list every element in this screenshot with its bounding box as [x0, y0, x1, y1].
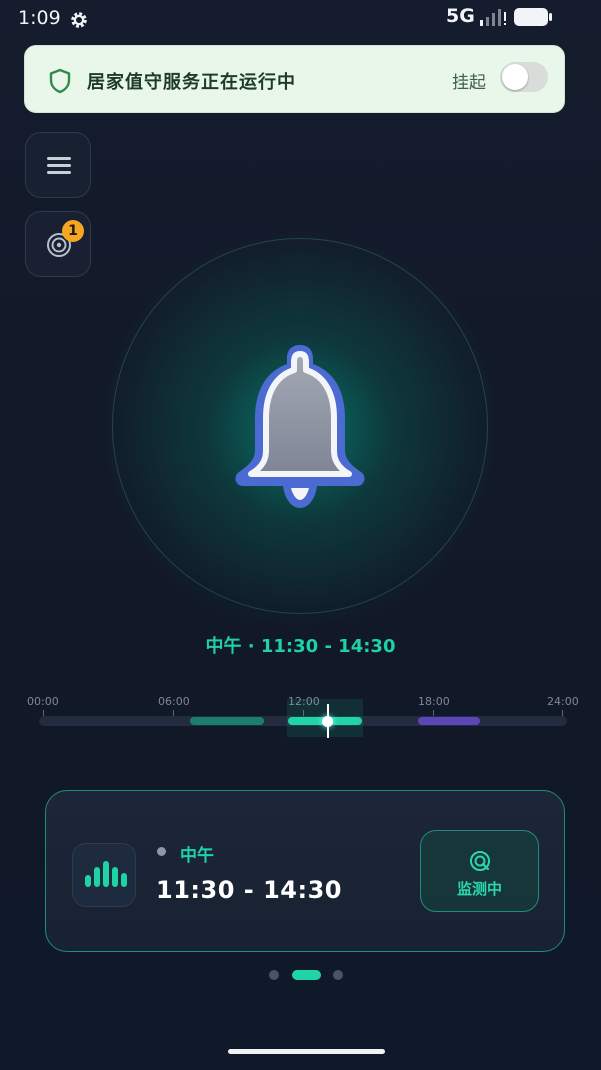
timeline-label: 00:00: [27, 695, 59, 708]
current-period-label: 中午 · 11:30 - 14:30: [205, 636, 396, 657]
timeline-cursor-handle[interactable]: [322, 716, 333, 727]
page-indicator-dot-active[interactable]: [292, 970, 321, 980]
service-status-text: 居家值守服务正在运行中: [87, 72, 296, 93]
target-icon: [470, 851, 490, 871]
service-status-banner: 居家值守服务正在运行中 挂起: [24, 45, 565, 113]
timeline-label: 24:00: [547, 695, 579, 708]
audio-bars-icon: [72, 843, 136, 907]
bell-icon[interactable]: [225, 340, 375, 515]
period-status-dot: [157, 847, 166, 856]
period-card[interactable]: 中午 11:30 - 14:30 监测中: [45, 790, 565, 952]
menu-button[interactable]: [25, 132, 91, 198]
card-period-name: 中午: [180, 846, 214, 866]
toggle-knob: [502, 64, 528, 90]
monitoring-button[interactable]: 监测中: [420, 830, 539, 912]
monitoring-label: 监测中: [456, 880, 502, 898]
timeline-segment-evening[interactable]: [418, 717, 480, 725]
timeline-label: 06:00: [158, 695, 190, 708]
notification-badge: 1: [62, 220, 84, 242]
status-time: 1:09: [18, 7, 61, 29]
suspend-label: 挂起: [452, 73, 486, 93]
card-time-range: 11:30 - 14:30: [156, 876, 342, 904]
page-indicator-dot[interactable]: [269, 970, 279, 980]
timeline-segment-morning[interactable]: [190, 717, 264, 725]
shield-icon: [49, 68, 71, 94]
battery-icon: [514, 8, 552, 26]
signal-icon: [480, 9, 506, 26]
suspend-toggle[interactable]: [500, 62, 548, 92]
timeline-label: 18:00: [418, 695, 450, 708]
page-indicator-dot[interactable]: [333, 970, 343, 980]
radar-button[interactable]: 1: [25, 211, 91, 277]
home-indicator[interactable]: [228, 1049, 385, 1054]
gear-icon: [71, 12, 87, 28]
network-type: 5G: [446, 5, 475, 27]
